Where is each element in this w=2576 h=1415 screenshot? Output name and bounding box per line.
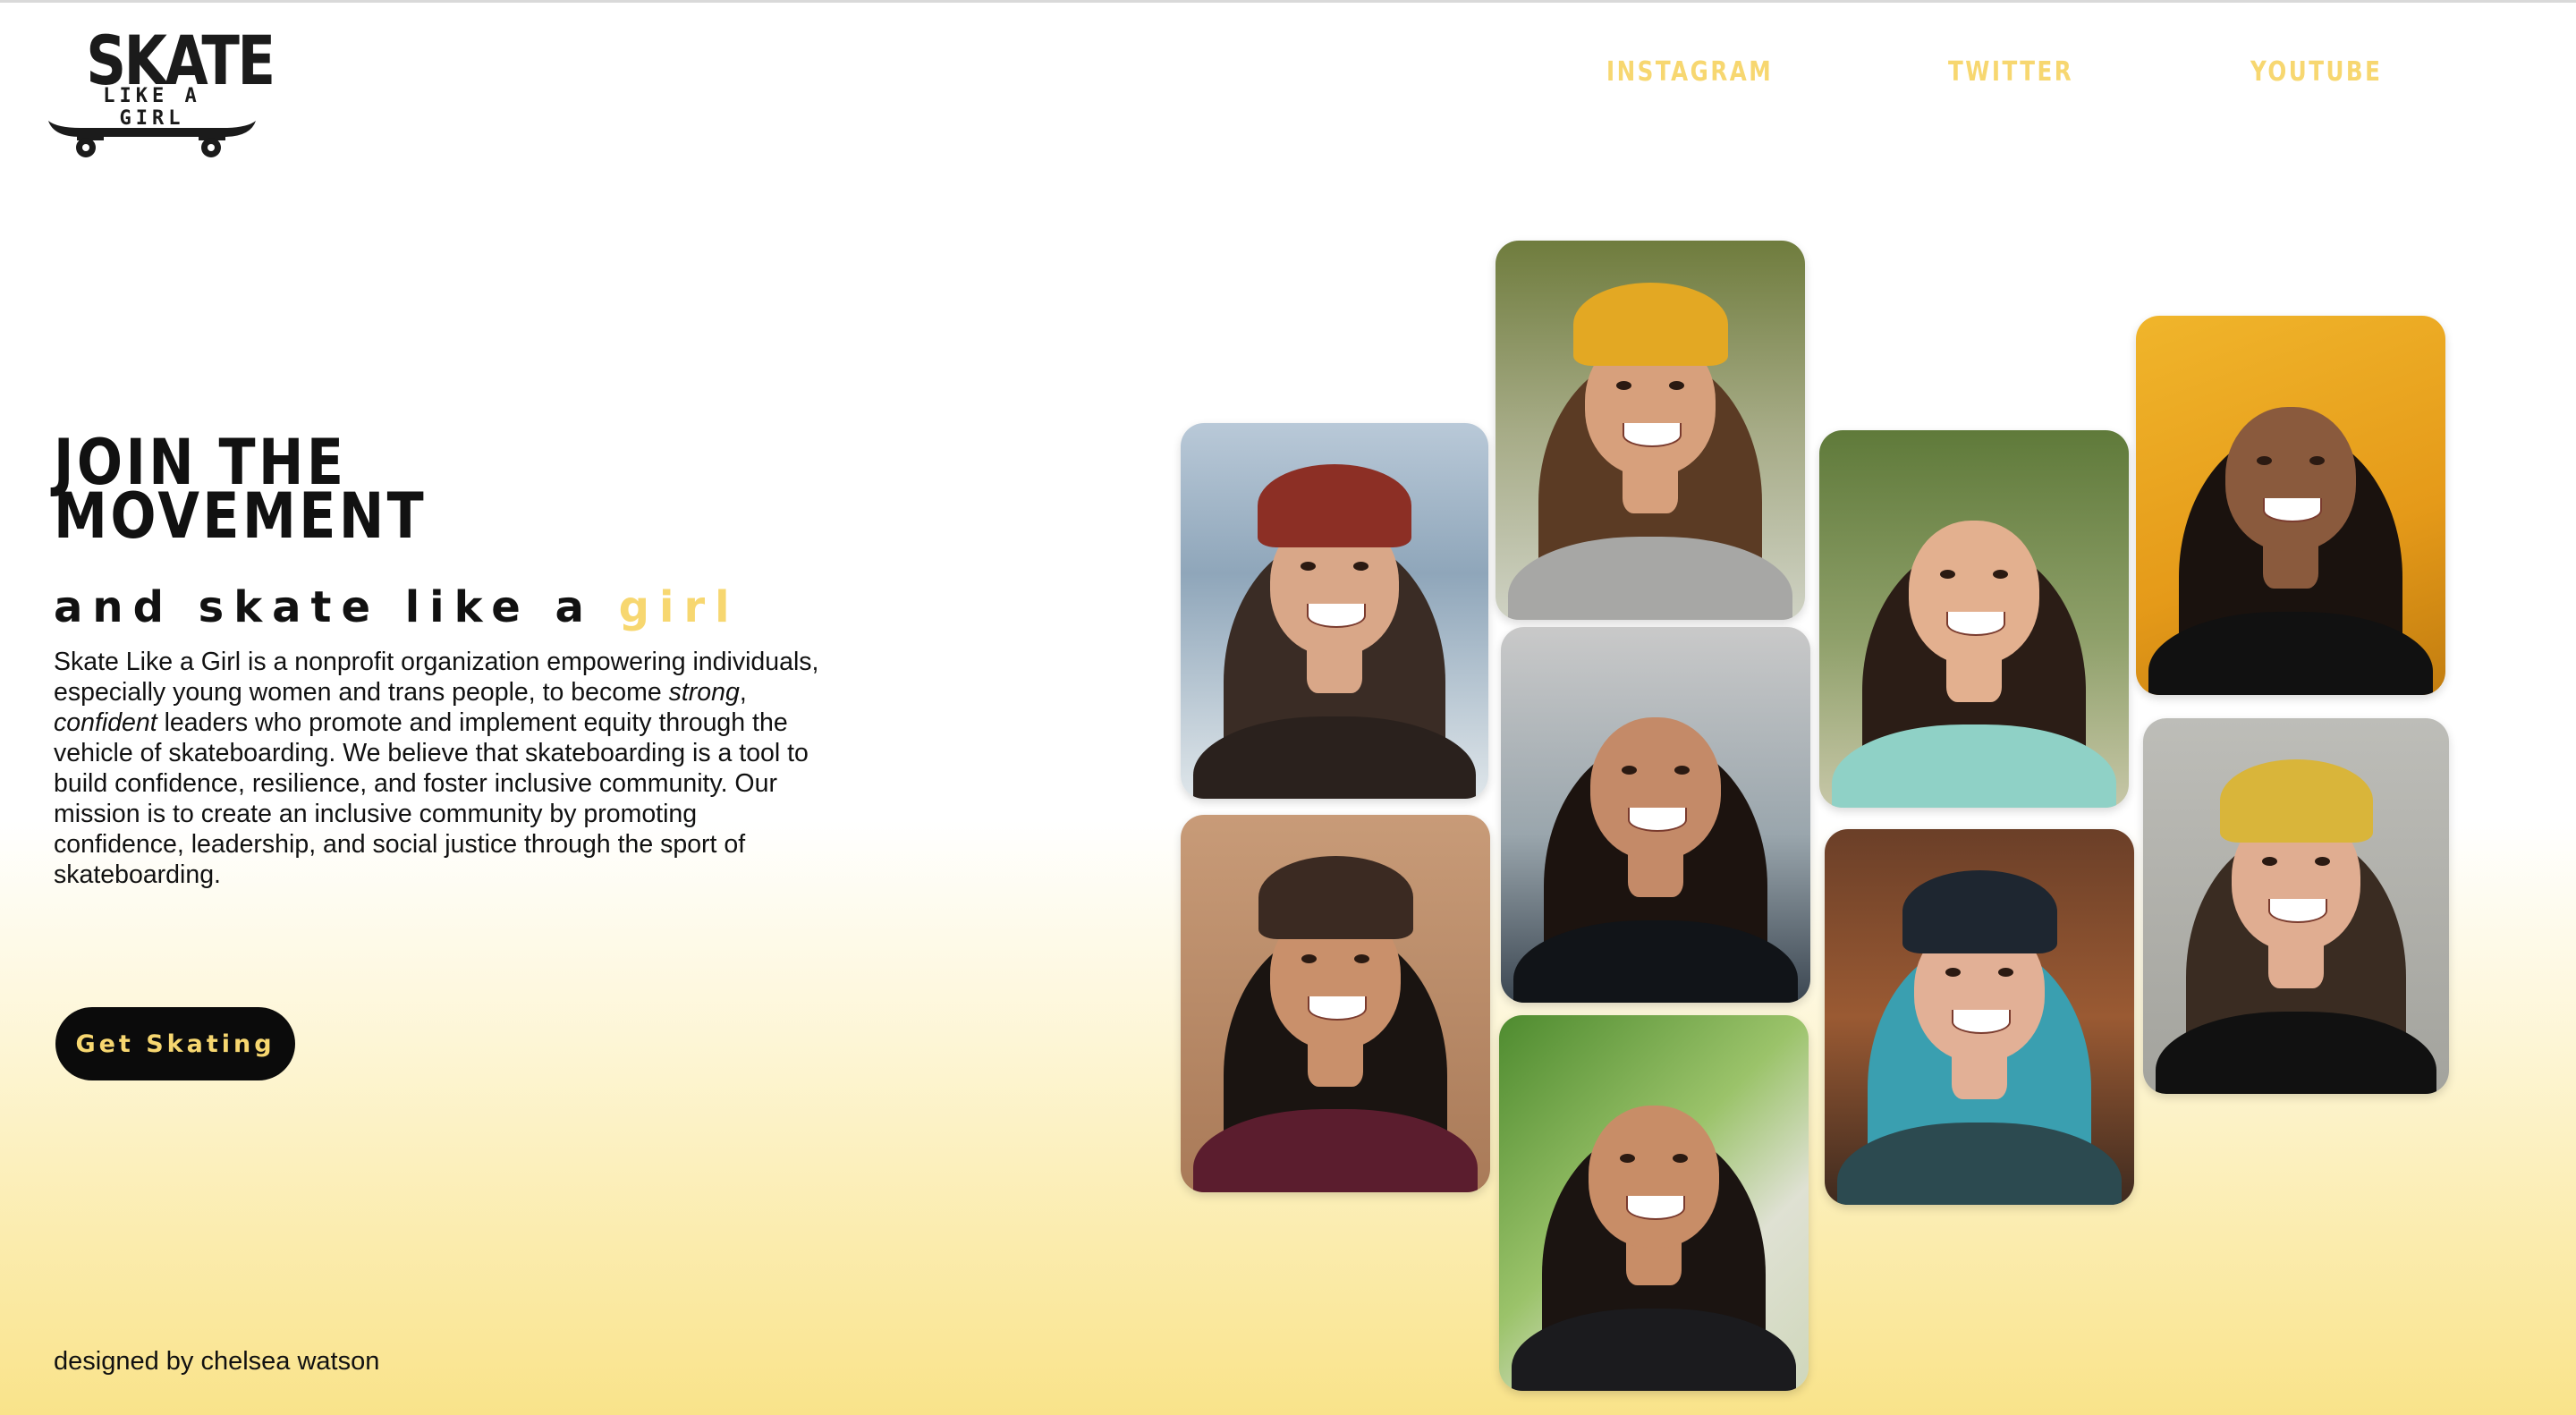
- mission-emphasis-confident: confident: [54, 708, 157, 737]
- portrait-eye: [2309, 455, 2326, 466]
- portrait-smile: [1945, 611, 2006, 636]
- portrait-smile: [2262, 497, 2323, 522]
- mission-emphasis-strong: strong: [668, 678, 740, 707]
- nav-youtube-link[interactable]: YOUTUBE: [2250, 56, 2382, 88]
- portrait-smile: [1951, 1009, 2012, 1034]
- portrait-face: [1589, 1105, 1719, 1249]
- top-nav: INSTAGRAM TWITTER YOUTUBE: [0, 56, 2576, 92]
- portrait-smile: [1307, 996, 1368, 1021]
- portrait-hat: [2219, 759, 2373, 843]
- portrait-face: [2225, 406, 2356, 551]
- portrait-photo: [1825, 829, 2134, 1205]
- portrait-smile: [1625, 1195, 1686, 1220]
- nav-instagram-link[interactable]: INSTAGRAM: [1606, 56, 1773, 88]
- portrait-eye: [1668, 380, 1685, 391]
- portrait-photo: [1819, 430, 2129, 808]
- portrait-hat: [1258, 464, 1411, 547]
- portrait-hat: [1572, 282, 1728, 366]
- portrait-photo: [2143, 718, 2449, 1094]
- portrait-face: [1909, 521, 2039, 665]
- headline-line-2: MOVEMENT: [54, 479, 428, 553]
- portrait-hat: [1258, 856, 1413, 940]
- skateboard-icon: [48, 121, 256, 157]
- tagline-accent-word: girl: [618, 582, 740, 632]
- mission-paragraph: Skate Like a Girl is a nonprofit organiz…: [54, 647, 823, 890]
- tagline-text: and skate like a: [54, 582, 619, 632]
- portrait-photo: [1496, 241, 1805, 620]
- hero-tagline: and skate like a girl: [54, 582, 740, 632]
- portrait-photo: [1181, 423, 1488, 799]
- mission-separator: ,: [739, 678, 747, 707]
- mission-text-2: leaders who promote and implement equity…: [54, 708, 809, 889]
- portrait-photo: [1181, 815, 1490, 1192]
- portrait-face: [1590, 716, 1721, 860]
- portrait-smile: [2268, 898, 2327, 923]
- portrait-photo: [1501, 627, 1810, 1003]
- portrait-photo: [1499, 1015, 1809, 1391]
- get-skating-button[interactable]: Get Skating: [55, 1007, 295, 1080]
- portrait-hat: [1902, 870, 2057, 953]
- portrait-smile: [1307, 603, 1366, 628]
- designer-credit: designed by chelsea watson: [54, 1347, 380, 1376]
- portrait-smile: [1627, 807, 1688, 832]
- nav-twitter-link[interactable]: TWITTER: [1948, 56, 2073, 88]
- portrait-photo: [2136, 316, 2445, 695]
- portrait-smile: [1622, 422, 1682, 447]
- hero-headline: JOIN THE MOVEMENT: [54, 431, 428, 553]
